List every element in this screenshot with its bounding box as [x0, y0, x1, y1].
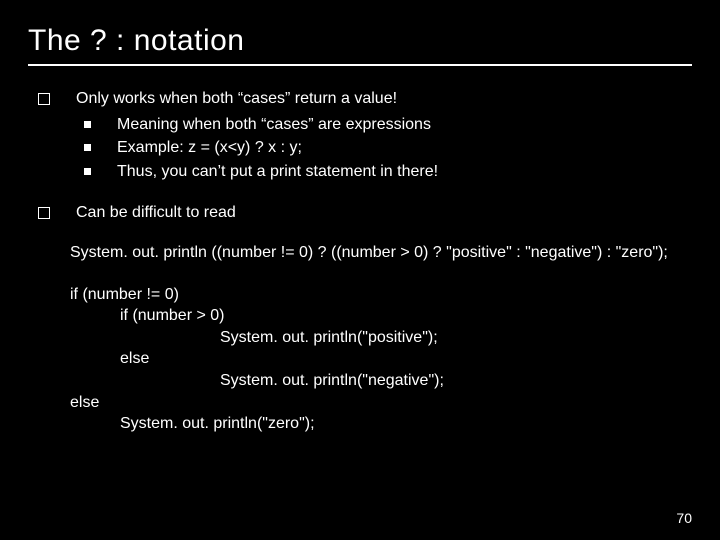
bullet-level1: Can be difficult to read [38, 202, 692, 224]
code-line: System. out. println("negative"); [70, 370, 692, 392]
slide-body: Only works when both “cases” return a va… [28, 88, 692, 435]
filled-square-bullet-icon [84, 168, 91, 175]
bullet-text: Thus, you can’t put a print statement in… [117, 161, 692, 183]
code-block: if (number != 0) if (number > 0) System.… [70, 284, 692, 435]
code-line: System. out. println("positive"); [70, 327, 692, 349]
code-line: if (number > 0) [70, 305, 692, 327]
square-bullet-icon [38, 207, 50, 219]
bullet-text: Example: z = (x<y) ? x : y; [117, 137, 692, 159]
slide: The ? : notation Only works when both “c… [0, 0, 720, 540]
code-line: if (number != 0) [70, 286, 179, 303]
code-paragraph: System. out. println ((number != 0) ? ((… [70, 242, 692, 264]
filled-square-bullet-icon [84, 144, 91, 151]
bullet-level2: Meaning when both “cases” are expression… [84, 114, 692, 136]
slide-title: The ? : notation [28, 24, 692, 58]
bullet-text: Meaning when both “cases” are expression… [117, 114, 692, 136]
square-bullet-icon [38, 93, 50, 105]
code-line: else [70, 348, 692, 370]
bullet-level1: Only works when both “cases” return a va… [38, 88, 692, 110]
bullet-level2: Example: z = (x<y) ? x : y; [84, 137, 692, 159]
code-line: else [70, 394, 99, 411]
code-line: System. out. println ((number != 0) ? ((… [70, 242, 692, 264]
code-line: System. out. println("zero"); [70, 413, 692, 435]
bullet-level2: Thus, you can’t put a print statement in… [84, 161, 692, 183]
title-rule [28, 64, 692, 66]
bullet-text: Can be difficult to read [76, 202, 692, 224]
bullet-text: Only works when both “cases” return a va… [76, 88, 692, 110]
page-number: 70 [676, 510, 692, 526]
filled-square-bullet-icon [84, 121, 91, 128]
